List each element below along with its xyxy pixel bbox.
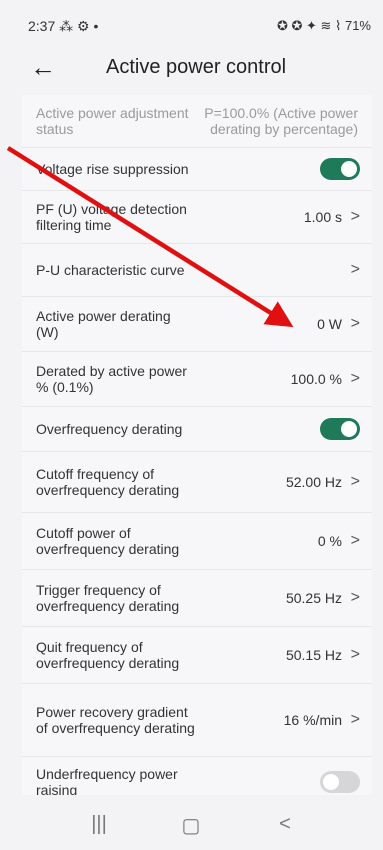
row-cutoff-frequency[interactable]: Cutoff frequency of overfrequency derati… <box>22 452 372 513</box>
row-label: Trigger frequency of overfrequency derat… <box>36 582 180 614</box>
row-label: Power recovery gradient of overfrequency… <box>36 704 195 736</box>
row-trigger-frequency[interactable]: Trigger frequency of overfrequency derat… <box>22 570 372 627</box>
nav-back-icon[interactable]: < <box>270 813 300 837</box>
chevron-right-icon: > <box>350 370 360 387</box>
row-pu-curve[interactable]: P-U characteristic curve > <box>22 244 372 297</box>
row-quit-frequency[interactable]: Quit frequency of overfrequency derating… <box>22 627 372 684</box>
row-label: Active power derating (W) <box>36 308 171 340</box>
status-right: ✪ ✪ ✦ ≋ ⌇ 71% <box>277 18 371 34</box>
row-value: 50.25 Hz <box>285 590 342 606</box>
row-voltage-rise-suppression: Voltage rise suppression <box>22 148 372 191</box>
status-bar: 2:37 ⁂ ⚙ • ✪ ✪ ✦ ≋ ⌇ 71% <box>0 0 383 50</box>
back-arrow-icon[interactable]: ← <box>30 52 64 84</box>
chevron-right-icon: > <box>350 532 360 549</box>
row-label: Voltage rise suppression <box>36 161 189 177</box>
row-label: Active power adjustment status <box>36 105 189 137</box>
system-nav-bar: ||| ▢ < <box>0 795 383 850</box>
row-overfrequency-derating: Overfrequency derating <box>22 407 372 452</box>
row-label: P-U characteristic curve <box>36 262 185 278</box>
row-recovery-gradient[interactable]: Power recovery gradient of overfrequency… <box>22 684 372 757</box>
row-label: Underfrequency power raising <box>36 766 178 798</box>
voltage-rise-toggle[interactable] <box>320 158 360 180</box>
row-pf-filter-time[interactable]: PF (U) voltage detection filtering time … <box>22 191 372 244</box>
app-header: ← Active power control <box>0 50 383 90</box>
clock: 2:37 <box>28 18 56 34</box>
settings-list: Active power adjustment status P=100.0% … <box>22 95 372 807</box>
row-value: 0 % <box>317 533 342 549</box>
row-label: Cutoff power of overfrequency derating <box>36 525 180 557</box>
recent-apps-icon[interactable]: ||| <box>84 813 114 837</box>
chevron-right-icon: > <box>350 315 360 332</box>
notification-icons: ⁂ ⚙ • <box>59 18 99 34</box>
chevron-right-icon: > <box>350 208 360 225</box>
row-label: Overfrequency derating <box>36 421 183 437</box>
row-value: 100.0 % <box>290 371 342 387</box>
row-value: P=100.0% (Active power derating by perce… <box>204 105 358 137</box>
row-active-power-derating[interactable]: Active power derating (W) 0 W > <box>22 297 372 352</box>
row-cutoff-power[interactable]: Cutoff power of overfrequency derating 0… <box>22 513 372 570</box>
chevron-right-icon: > <box>350 646 360 663</box>
toggle-knob <box>341 421 357 437</box>
row-active-power-status: Active power adjustment status P=100.0% … <box>22 95 372 148</box>
row-label: Quit frequency of overfrequency derating <box>36 639 180 671</box>
row-label: Derated by active power % (0.1%) <box>36 363 187 395</box>
underfrequency-toggle[interactable] <box>320 771 360 793</box>
toggle-knob <box>341 161 357 177</box>
chevron-right-icon: > <box>350 589 360 606</box>
chevron-right-icon: > <box>350 473 360 490</box>
row-label: PF (U) voltage detection filtering time <box>36 201 187 233</box>
battery-level: 71% <box>344 18 371 33</box>
chevron-right-icon: > <box>350 261 360 278</box>
row-value: 50.15 Hz <box>285 647 342 663</box>
row-value: 52.00 Hz <box>285 474 342 490</box>
page-title: Active power control <box>106 56 287 78</box>
home-icon[interactable]: ▢ <box>176 813 206 837</box>
toggle-knob <box>323 774 339 790</box>
row-label: Cutoff frequency of overfrequency derati… <box>36 466 180 498</box>
overfrequency-toggle[interactable] <box>320 418 360 440</box>
chevron-right-icon: > <box>350 711 360 728</box>
row-value: 16 %/min <box>283 712 342 728</box>
status-left: 2:37 ⁂ ⚙ • <box>28 18 98 35</box>
row-value: 0 W <box>317 316 342 332</box>
row-value: 1.00 s <box>303 209 342 225</box>
system-icons: ✪ ✪ ✦ ≋ ⌇ <box>276 18 342 33</box>
row-derated-percent[interactable]: Derated by active power % (0.1%) 100.0 %… <box>22 352 372 407</box>
